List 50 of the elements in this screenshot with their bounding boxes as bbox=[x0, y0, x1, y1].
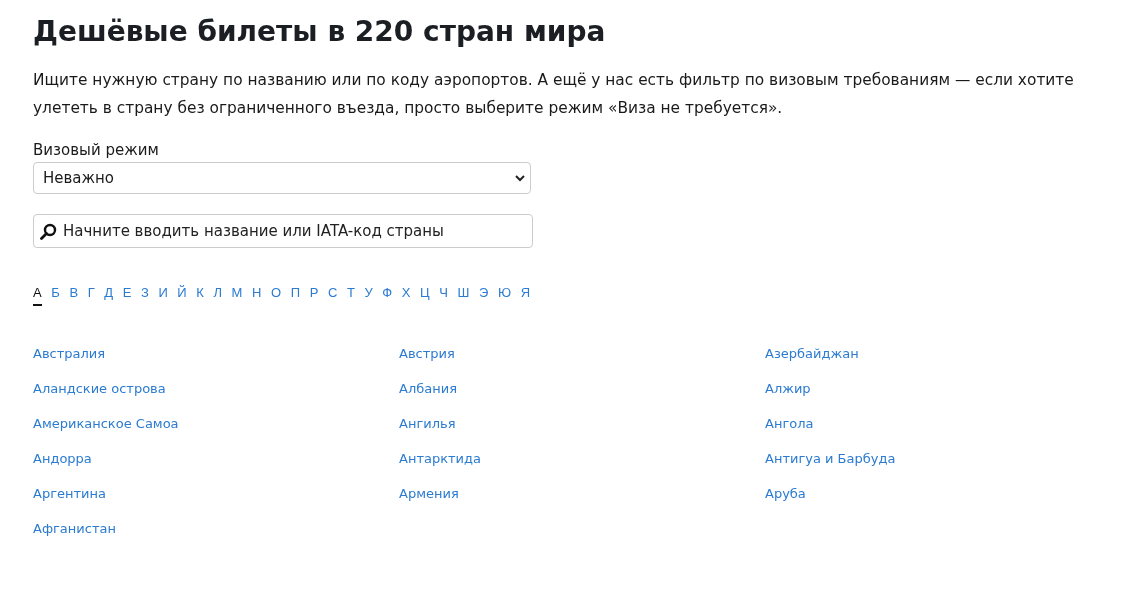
letter-tab[interactable]: Н bbox=[252, 284, 262, 306]
letter-tab[interactable]: К bbox=[196, 284, 204, 306]
country-link[interactable]: Антигуа и Барбуда bbox=[765, 451, 1131, 467]
letter-tab[interactable]: Т bbox=[346, 284, 355, 306]
letter-tab[interactable]: Х bbox=[401, 284, 411, 306]
country-link[interactable]: Антарктида bbox=[399, 451, 765, 467]
country-link[interactable]: Ангола bbox=[765, 416, 1131, 432]
letter-tab[interactable]: М bbox=[231, 284, 243, 306]
search-field[interactable]: Начните вводить название или IATA-код страны bbox=[33, 214, 533, 248]
letter-tab[interactable]: Ч bbox=[439, 284, 448, 306]
letter-tab[interactable]: Е bbox=[122, 284, 132, 306]
country-link[interactable]: Афганистан bbox=[33, 521, 399, 537]
visa-select[interactable]: Неважно bbox=[33, 162, 531, 194]
letter-tab[interactable]: Й bbox=[177, 284, 187, 306]
country-link[interactable]: Аруба bbox=[765, 486, 1131, 502]
letter-tab[interactable]: Я bbox=[520, 284, 531, 306]
country-link[interactable]: Австралия bbox=[33, 346, 399, 362]
chevron-down-icon bbox=[515, 174, 525, 182]
letter-tab[interactable]: Э bbox=[479, 284, 489, 306]
letter-tab[interactable]: О bbox=[271, 284, 282, 306]
country-link[interactable]: Аргентина bbox=[33, 486, 399, 502]
letter-tab[interactable]: У bbox=[364, 284, 373, 306]
country-link[interactable]: Андорра bbox=[33, 451, 399, 467]
intro-paragraph: Ищите нужную страну по названию или по коду аэропортов. А ещё у нас есть фильтр по визовым требованиям — если хотите улететь в страну без ограниченного въезда, просто выберите режим «Виза не требуется». bbox=[33, 70, 1075, 119]
country-link[interactable]: Австрия bbox=[399, 346, 765, 362]
letter-tab[interactable]: Ф bbox=[382, 284, 393, 306]
country-link[interactable]: Азербайджан bbox=[765, 346, 1131, 362]
country-link[interactable]: Ангилья bbox=[399, 416, 765, 432]
country-link[interactable]: Алжир bbox=[765, 381, 1131, 397]
letter-tab[interactable]: Д bbox=[104, 284, 114, 306]
country-link[interactable]: Американское Самоа bbox=[33, 416, 399, 432]
letter-tab[interactable]: Ю bbox=[498, 284, 512, 306]
letter-tab[interactable]: И bbox=[158, 284, 168, 306]
letter-tab[interactable]: Б bbox=[51, 284, 60, 306]
letter-tab[interactable]: С bbox=[327, 284, 338, 306]
search-icon bbox=[40, 222, 57, 240]
letter-tab[interactable]: Г bbox=[87, 284, 95, 306]
letter-tab[interactable]: Л bbox=[213, 284, 222, 306]
letter-tab[interactable]: П bbox=[290, 284, 301, 306]
country-link[interactable]: Аландские острова bbox=[33, 381, 399, 397]
country-link[interactable]: Армения bbox=[399, 486, 765, 502]
letter-tab[interactable]: В bbox=[69, 284, 79, 306]
country-link[interactable]: Албания bbox=[399, 381, 765, 397]
page-title: Дешёвые билеты в 220 стран мира bbox=[33, 14, 607, 50]
letter-tab[interactable]: А bbox=[33, 284, 42, 306]
letter-tab[interactable]: Ц bbox=[420, 284, 430, 306]
letter-tab[interactable]: Ш bbox=[457, 284, 470, 306]
field-label: Визовый режим bbox=[33, 140, 160, 160]
letter-tab[interactable]: З bbox=[140, 284, 149, 306]
letter-tab[interactable]: Р bbox=[309, 284, 319, 306]
